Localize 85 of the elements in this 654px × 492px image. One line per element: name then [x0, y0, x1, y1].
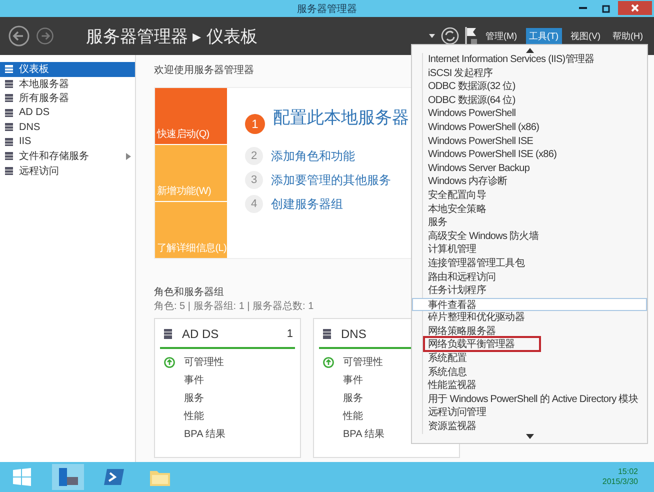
close-button[interactable]	[618, 1, 652, 15]
menu-item[interactable]: 帮助(H)	[610, 28, 646, 44]
flag-icon[interactable]	[464, 26, 476, 46]
menu-item[interactable]: ODBC 数据源(32 位)	[422, 80, 647, 94]
welcome-title: 欢迎使用服务器管理器	[154, 64, 254, 77]
step-number: 1	[245, 114, 265, 134]
step-number: 2	[245, 147, 263, 165]
expand-arrow-icon[interactable]	[126, 152, 131, 160]
role-name: DNS	[341, 327, 366, 341]
menu-item[interactable]: 连接管理器管理工具包	[422, 256, 647, 270]
menu-item[interactable]: 碎片整理和优化驱动器	[422, 311, 647, 325]
breadcrumb-title: 服务器管理器 ▸ 仪表板	[86, 26, 258, 48]
forward-button[interactable]	[36, 27, 54, 45]
menu-item[interactable]: 事件查看器	[412, 298, 647, 312]
menu-item[interactable]: ODBC 数据源(64 位)	[422, 94, 647, 108]
dropdown-caret-icon[interactable]	[428, 34, 434, 38]
role-link[interactable]: 可管理性	[184, 355, 224, 369]
menu-item[interactable]: 远程访问管理	[422, 406, 647, 420]
role-link[interactable]: 事件	[343, 373, 363, 387]
step-link[interactable]: 添加角色和功能	[271, 148, 355, 164]
role-link[interactable]: 事件	[184, 373, 204, 387]
role-link[interactable]: 可管理性	[343, 355, 383, 369]
sidebar-item[interactable]: 仪表板	[0, 62, 135, 76]
status-ok-icon	[323, 356, 334, 368]
menu-item[interactable]: Windows 内存诊断	[422, 175, 647, 189]
menu-item[interactable]: iSCSI 发起程序	[422, 66, 647, 80]
sidebar-item[interactable]: 本地服务器	[0, 76, 135, 91]
menu-item[interactable]: 视图(V)	[568, 28, 604, 44]
restore-icon	[602, 4, 610, 12]
sidebar-item[interactable]: 远程访问	[0, 164, 135, 178]
menu-item[interactable]: 系统信息	[422, 366, 647, 380]
menu-item[interactable]: 系统配置	[422, 352, 647, 366]
menu-item[interactable]: Windows Server Backup	[422, 162, 647, 176]
role-count: 1	[286, 328, 293, 340]
menu-item[interactable]: Windows PowerShell ISE (x86)	[422, 148, 647, 162]
scroll-down-icon[interactable]	[526, 434, 534, 439]
back-button[interactable]	[8, 25, 30, 47]
step-link[interactable]: 配置此本地服务器	[273, 106, 409, 129]
sidebar-item[interactable]: 所有服务器	[0, 91, 135, 106]
menu-item[interactable]: 服务	[422, 216, 647, 230]
close-icon	[631, 4, 639, 12]
roles-title: 角色和服务器组	[154, 286, 224, 299]
role-name: AD DS	[182, 327, 219, 341]
menu-item[interactable]: 管理(M)	[482, 28, 520, 44]
role-link[interactable]: BPA 结果	[343, 427, 384, 441]
scroll-up-icon[interactable]	[526, 48, 534, 53]
menu-item[interactable]: 安全配置向导	[422, 188, 647, 203]
server-manager-taskbar-icon[interactable]	[52, 464, 84, 490]
step-link[interactable]: 添加要管理的其他服务	[271, 172, 391, 188]
menu-item[interactable]: 用于 Windows PowerShell 的 Active Directory 模块	[422, 392, 647, 406]
prompt-icon	[104, 469, 124, 485]
menu-item[interactable]: 路由和远程访问	[422, 270, 647, 284]
refresh-icon[interactable]	[440, 27, 458, 45]
role-card[interactable]: AD DS 1 可管理性 事件 服务 性能 BPA 结果	[154, 318, 301, 458]
clock-date: 2015/3/30	[602, 477, 638, 487]
status-ok-icon	[164, 356, 175, 368]
roles-summary: 角色: 5 | 服务器组: 1 | 服务器总数: 1	[154, 300, 314, 313]
menu-item[interactable]: 工具(T)	[526, 28, 562, 44]
menu-item[interactable]: 计算机管理	[422, 243, 647, 257]
menu-item[interactable]: 网络负载平衡管理器	[422, 338, 647, 352]
minimize-icon	[579, 7, 587, 9]
menu-item[interactable]: 性能监视器	[422, 379, 647, 393]
step-number: 3	[245, 171, 263, 189]
role-link[interactable]: 服务	[184, 391, 204, 405]
menu-item[interactable]: 本地安全策略	[422, 202, 647, 216]
sidebar-item[interactable]: AD DS	[0, 106, 135, 120]
windows-icon	[13, 468, 31, 486]
menu-item[interactable]: Windows PowerShell ISE	[422, 134, 647, 148]
sidebar-item[interactable]: DNS	[0, 120, 135, 134]
clock-time: 15:02	[618, 467, 638, 477]
menu-item[interactable]: Windows PowerShell	[422, 107, 647, 121]
role-link[interactable]: BPA 结果	[184, 427, 226, 441]
sidebar-item[interactable]: 文件和存储服务	[0, 149, 135, 164]
menu-item[interactable]: 高级安全 Windows 防火墙	[422, 230, 647, 244]
menu-item[interactable]: Windows PowerShell (x86)	[422, 120, 647, 135]
sidebar-item[interactable]: IIS	[0, 134, 135, 149]
role-link[interactable]: 性能	[343, 409, 363, 423]
step-link[interactable]: 创建服务器组	[271, 196, 343, 212]
window-title: 服务器管理器	[297, 2, 357, 16]
menu-item[interactable]: 网络策略服务器	[422, 324, 647, 338]
step-number: 4	[245, 195, 263, 213]
role-link[interactable]: 服务	[343, 391, 363, 405]
folder-icon	[150, 468, 170, 486]
role-link[interactable]: 性能	[184, 409, 204, 423]
menu-item[interactable]: Internet Information Services (IIS)管理器	[422, 53, 647, 67]
